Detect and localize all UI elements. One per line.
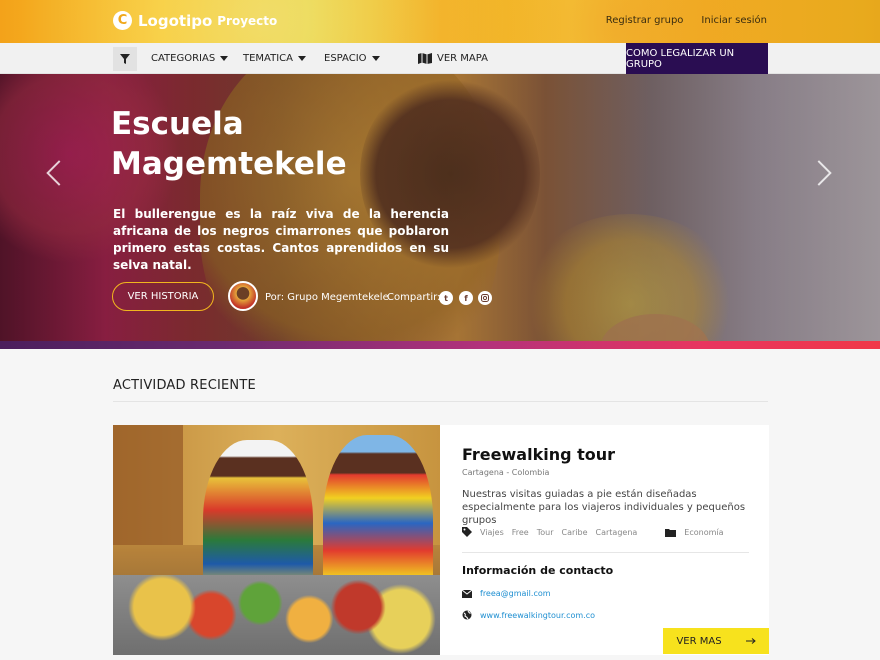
- folder-icon: [665, 528, 677, 537]
- tag[interactable]: Caribe: [562, 528, 588, 537]
- activity-card-image[interactable]: [113, 425, 440, 655]
- card-divider: [462, 552, 749, 553]
- instagram-icon[interactable]: [478, 291, 492, 305]
- share-label: Compartir:: [387, 292, 441, 303]
- arrow-right-icon: [745, 638, 756, 644]
- logo-mark-icon: C: [113, 11, 132, 30]
- map-icon: [418, 53, 432, 64]
- view-more-button[interactable]: VER MAS: [663, 628, 769, 654]
- nav-theme[interactable]: TEMATICA: [243, 53, 306, 64]
- slider-next-arrow-icon[interactable]: [812, 158, 832, 188]
- login-link[interactable]: Iniciar sesión: [701, 15, 767, 26]
- envelope-icon: [462, 589, 472, 598]
- contact-email-text: freea@gmail.com: [480, 589, 551, 598]
- tag-row: Viajes Free Tour Caribe Cartagena Econom…: [462, 527, 732, 537]
- globe-icon: [462, 610, 472, 620]
- contact-title: Información de contacto: [462, 564, 614, 577]
- chevron-down-icon: [220, 56, 229, 61]
- filter-button[interactable]: [113, 47, 137, 71]
- section-title: ACTIVIDAD RECIENTE: [113, 378, 256, 393]
- author-avatar[interactable]: [228, 281, 258, 311]
- hero-description: El bullerengue es la raíz viva de la her…: [113, 207, 449, 272]
- section-divider: [113, 401, 768, 402]
- contact-email[interactable]: freea@gmail.com: [462, 589, 551, 598]
- author-label[interactable]: Por: Grupo Megemtekele: [265, 292, 389, 303]
- hero-title: Escuela Magemtekele: [111, 106, 347, 182]
- card-description: Nuestras visitas guiadas a pie están dis…: [462, 489, 746, 526]
- hero-slider: Escuela Magemtekele El bullerengue es la…: [0, 74, 880, 342]
- contact-website-text: www.freewalkingtour.com.co: [480, 610, 596, 620]
- hero-accent-strip: [0, 341, 880, 349]
- tag[interactable]: Free: [512, 528, 529, 537]
- top-bar: C Logotipo Proyecto Registrar grupo Inic…: [0, 0, 880, 43]
- view-story-button[interactable]: VER HISTORIA: [112, 282, 214, 311]
- nav-map[interactable]: VER MAPA: [418, 53, 488, 64]
- nav-map-label: VER MAPA: [437, 53, 488, 64]
- tag[interactable]: Cartagena: [596, 528, 638, 537]
- nav-theme-label: TEMATICA: [243, 53, 293, 64]
- facebook-icon[interactable]: f: [459, 291, 473, 305]
- tag[interactable]: Viajes: [480, 528, 504, 537]
- register-group-link[interactable]: Registrar grupo: [606, 15, 684, 26]
- tag[interactable]: Tour: [537, 528, 554, 537]
- nav-categories-label: CATEGORIAS: [151, 53, 216, 64]
- slider-prev-arrow-icon[interactable]: [44, 158, 64, 188]
- logo-text: Logotipo: [138, 11, 213, 30]
- activity-card: Freewalking tour Cartagena - Colombia Nu…: [440, 425, 769, 655]
- nav-categories[interactable]: CATEGORIAS: [151, 53, 229, 64]
- legalize-group-button[interactable]: COMO LEGALIZAR UN GRUPO: [626, 43, 768, 74]
- category-tag[interactable]: Economía: [684, 528, 723, 537]
- top-links: Registrar grupo Iniciar sesión: [606, 15, 767, 26]
- chevron-down-icon: [371, 56, 380, 61]
- nav-space-label: ESPACIO: [324, 53, 367, 64]
- image-fruit-bowls: [113, 575, 440, 655]
- logo[interactable]: C Logotipo Proyecto: [113, 11, 277, 30]
- filter-icon: [120, 54, 130, 64]
- card-title[interactable]: Freewalking tour: [462, 445, 615, 464]
- nav-bar: CATEGORIAS TEMATICA ESPACIO VER MAPA COM…: [0, 43, 880, 74]
- card-location: Cartagena - Colombia: [462, 468, 550, 477]
- logo-subtitle: Proyecto: [217, 13, 278, 28]
- tag-icon: [462, 527, 472, 537]
- contact-website[interactable]: www.freewalkingtour.com.co: [462, 610, 595, 620]
- view-more-label: VER MAS: [676, 635, 722, 647]
- nav-space[interactable]: ESPACIO: [324, 53, 380, 64]
- chevron-down-icon: [298, 56, 306, 61]
- image-door: [113, 425, 183, 545]
- twitter-icon[interactable]: t: [439, 291, 453, 305]
